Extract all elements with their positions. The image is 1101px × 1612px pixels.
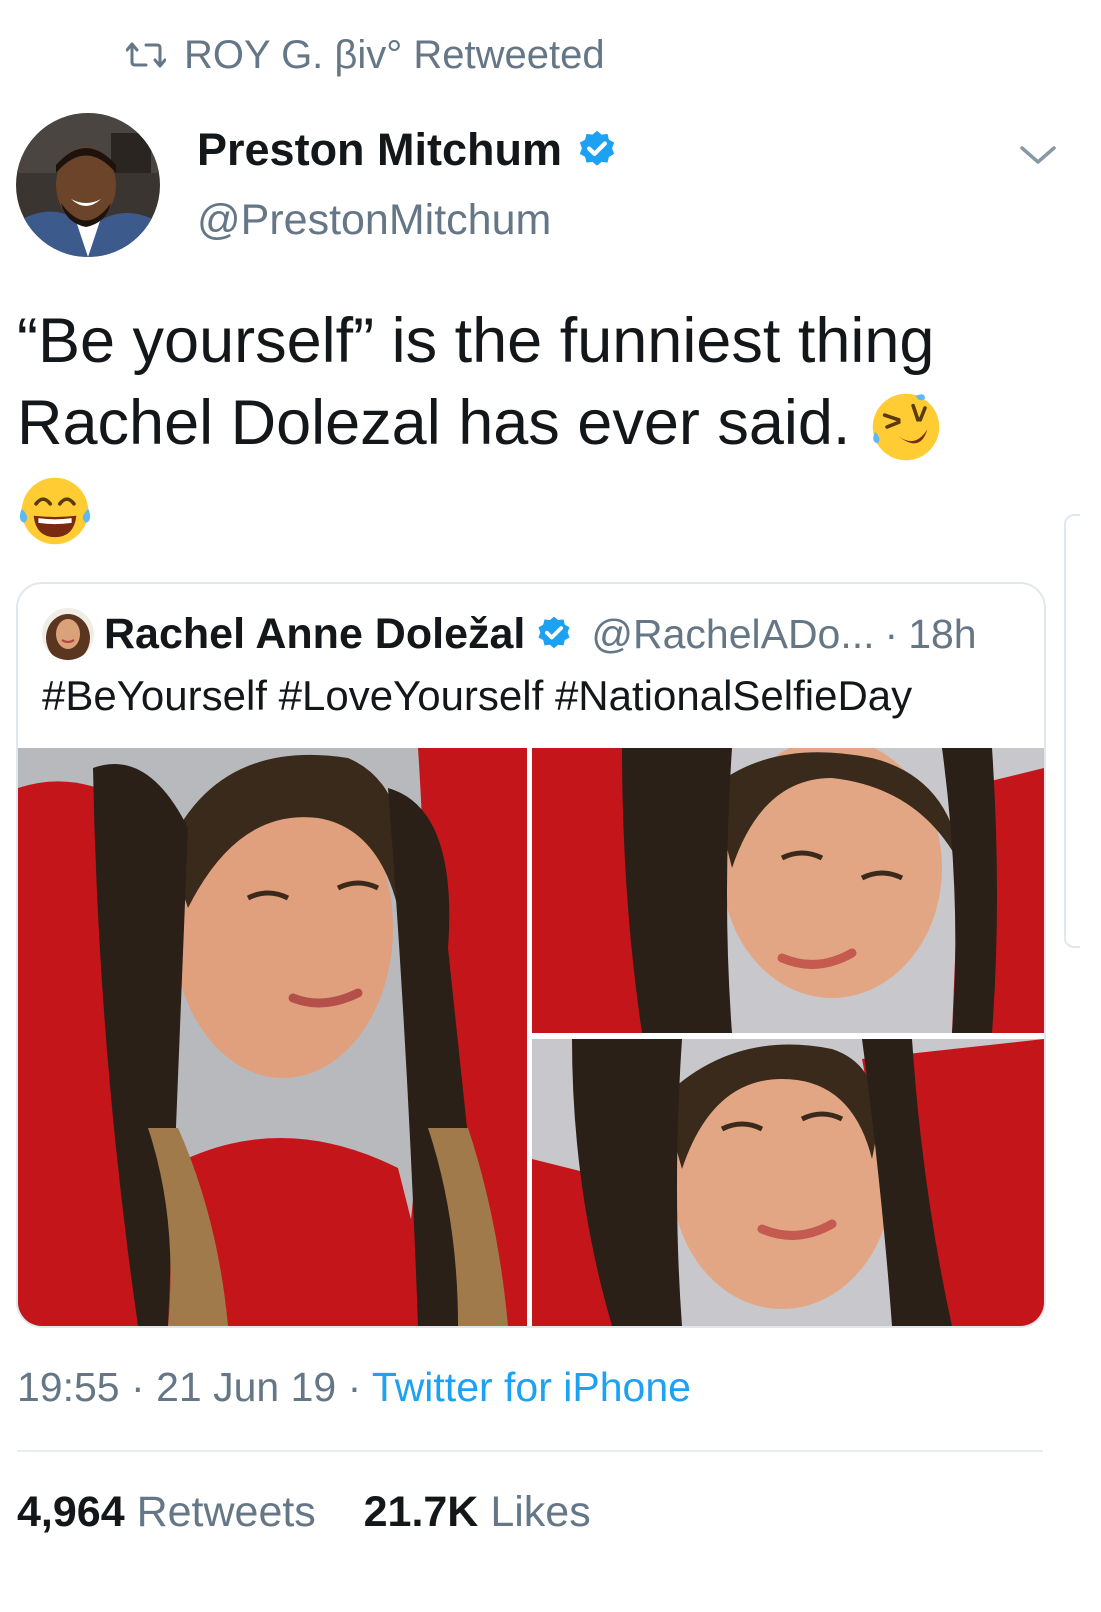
quoted-author-avatar[interactable] (42, 608, 94, 660)
quoted-tweet-text: #BeYourself #LoveYourself #NationalSelfi… (42, 672, 913, 719)
quoted-photo-3[interactable] (532, 1039, 1044, 1326)
likes-count: 21.7K (363, 1488, 479, 1536)
author-handle[interactable]: @PrestonMitchum (197, 196, 551, 245)
tweet-text-line-3-row (17, 465, 1077, 548)
quoted-photo-1-image (18, 748, 527, 1326)
author-name[interactable]: Preston Mitchum (197, 124, 562, 176)
tweet-source-link[interactable]: Twitter for iPhone (372, 1364, 691, 1410)
tweet-meta: 19:55 · 21 Jun 19 · Twitter for iPhone (17, 1364, 691, 1411)
quoted-tweet-card[interactable]: Rachel Anne Doležal @RachelADo... · 18h … (16, 582, 1046, 1328)
quoted-photo-2-image (532, 748, 1044, 1033)
quoted-author-handle[interactable]: @RachelADo... (591, 611, 874, 658)
author-avatar-image (16, 113, 160, 257)
meta-separator-1: · (131, 1364, 145, 1410)
tweet-text: “Be yourself” is the funniest thing Rach… (17, 300, 1077, 549)
meta-separator-2: · (347, 1364, 362, 1410)
verified-badge-icon (579, 130, 615, 166)
divider (17, 1450, 1043, 1452)
likes-stat[interactable]: 21.7K Likes (364, 1488, 591, 1536)
tweet-text-line-2-row: Rachel Dolezal has ever said. (17, 382, 1077, 465)
quoted-separator: · (884, 610, 899, 657)
scrollbar[interactable] (1064, 514, 1080, 948)
retweeted-by-row[interactable]: ROY G. βiv° Retweeted (126, 30, 605, 80)
likes-label: Likes (490, 1488, 591, 1536)
quoted-tweet-header: Rachel Anne Doležal @RachelADo... · 18h (42, 606, 977, 662)
tweet-text-line-1: “Be yourself” is the funniest thing (17, 306, 935, 376)
quoted-photo-3-image (532, 1039, 1044, 1326)
retweet-icon (126, 42, 166, 68)
author-avatar[interactable] (16, 113, 160, 257)
retweets-count: 4,964 (17, 1488, 125, 1536)
quoted-photo-2[interactable] (532, 748, 1044, 1033)
quoted-photo-1[interactable] (18, 748, 527, 1326)
quoted-verified-badge-icon (538, 616, 570, 649)
tweet-date[interactable]: 21 Jun 19 (156, 1364, 336, 1410)
retweeted-by-label[interactable]: ROY G. βiv° Retweeted (184, 33, 605, 78)
quoted-timestamp[interactable]: 18h (908, 611, 976, 658)
quoted-author-avatar-image (42, 608, 94, 660)
tweet-text-line-2: Rachel Dolezal has ever said. (17, 388, 851, 458)
tweet-time[interactable]: 19:55 (17, 1364, 120, 1410)
chevron-down-icon[interactable] (1016, 138, 1060, 170)
quoted-photo-grid (18, 748, 1044, 1326)
tweet-stats: 4,964 Retweets 21.7K Likes (17, 1488, 591, 1537)
rolling-on-floor-laughing-emoji-icon (872, 394, 940, 461)
retweets-stat[interactable]: 4,964 Retweets (17, 1488, 316, 1536)
retweets-label: Retweets (136, 1488, 316, 1536)
author-name-row[interactable]: Preston Mitchum (197, 124, 618, 176)
tears-of-joy-emoji-icon (19, 477, 91, 544)
quoted-author-name[interactable]: Rachel Anne Doležal (104, 610, 525, 659)
